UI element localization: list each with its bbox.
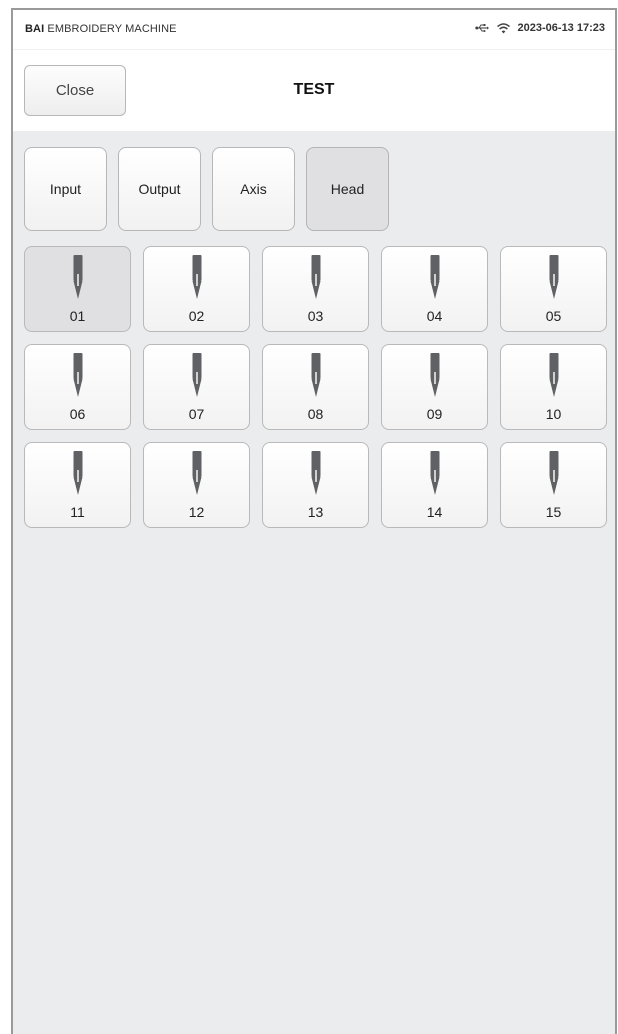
brand-rest: EMBROIDERY MACHINE: [44, 23, 177, 35]
head-button-08[interactable]: 08: [262, 344, 369, 430]
needle-icon: [73, 255, 83, 299]
head-button-09[interactable]: 09: [381, 344, 488, 430]
head-button-01[interactable]: 01: [24, 246, 131, 332]
head-button-03[interactable]: 03: [262, 246, 369, 332]
needle-icon: [311, 353, 321, 397]
usb-icon: [474, 23, 489, 33]
status-datetime: 2023-06-13 17:23: [517, 22, 605, 34]
needle-icon: [430, 353, 440, 397]
page-title: TEST: [293, 81, 335, 98]
tab-head[interactable]: Head: [306, 147, 389, 231]
head-number: 12: [188, 504, 205, 520]
head-number: 03: [307, 308, 324, 324]
head-button-04[interactable]: 04: [381, 246, 488, 332]
head-button-10[interactable]: 10: [500, 344, 607, 430]
tab-axis[interactable]: Axis: [212, 147, 295, 231]
head-button-15[interactable]: 15: [500, 442, 607, 528]
head-button-06[interactable]: 06: [24, 344, 131, 430]
head-number: 15: [545, 504, 562, 520]
brand-label: BAI EMBROIDERY MACHINE: [25, 23, 177, 35]
head-number: 05: [545, 308, 562, 324]
status-bar: BAI EMBROIDERY MACHINE 2023-06-13 17:23: [13, 10, 615, 50]
head-button-05[interactable]: 05: [500, 246, 607, 332]
brand-bold: BAI: [25, 23, 45, 35]
head-number: 13: [307, 504, 324, 520]
needle-icon: [192, 255, 202, 299]
needle-icon: [192, 353, 202, 397]
head-button-02[interactable]: 02: [143, 246, 250, 332]
head-number: 01: [69, 308, 86, 324]
head-number: 10: [545, 406, 562, 422]
needle-icon: [430, 255, 440, 299]
needle-icon: [73, 451, 83, 495]
needle-icon: [549, 353, 559, 397]
head-number: 06: [69, 406, 86, 422]
head-number: 09: [426, 406, 443, 422]
head-number: 04: [426, 308, 443, 324]
wifi-icon: [496, 22, 510, 34]
head-number: 07: [188, 406, 205, 422]
head-number: 02: [188, 308, 205, 324]
needle-icon: [430, 451, 440, 495]
head-button-07[interactable]: 07: [143, 344, 250, 430]
head-button-11[interactable]: 11: [24, 442, 131, 528]
head-number: 14: [426, 504, 443, 520]
tab-input[interactable]: Input: [24, 147, 107, 231]
tab-output[interactable]: Output: [118, 147, 201, 231]
app-window: BAI EMBROIDERY MACHINE 2023-06-13 17:23 …: [11, 8, 617, 1034]
needle-icon: [549, 255, 559, 299]
needle-icon: [192, 451, 202, 495]
head-button-13[interactable]: 13: [262, 442, 369, 528]
needle-icon: [311, 255, 321, 299]
needle-icon: [311, 451, 321, 495]
head-number: 11: [70, 504, 85, 520]
needle-icon: [73, 353, 83, 397]
header: Close TEST: [13, 50, 615, 131]
status-indicators: 2023-06-13 17:23: [474, 22, 605, 34]
head-number: 08: [307, 406, 324, 422]
needle-icon: [549, 451, 559, 495]
head-button-14[interactable]: 14: [381, 442, 488, 528]
head-button-12[interactable]: 12: [143, 442, 250, 528]
